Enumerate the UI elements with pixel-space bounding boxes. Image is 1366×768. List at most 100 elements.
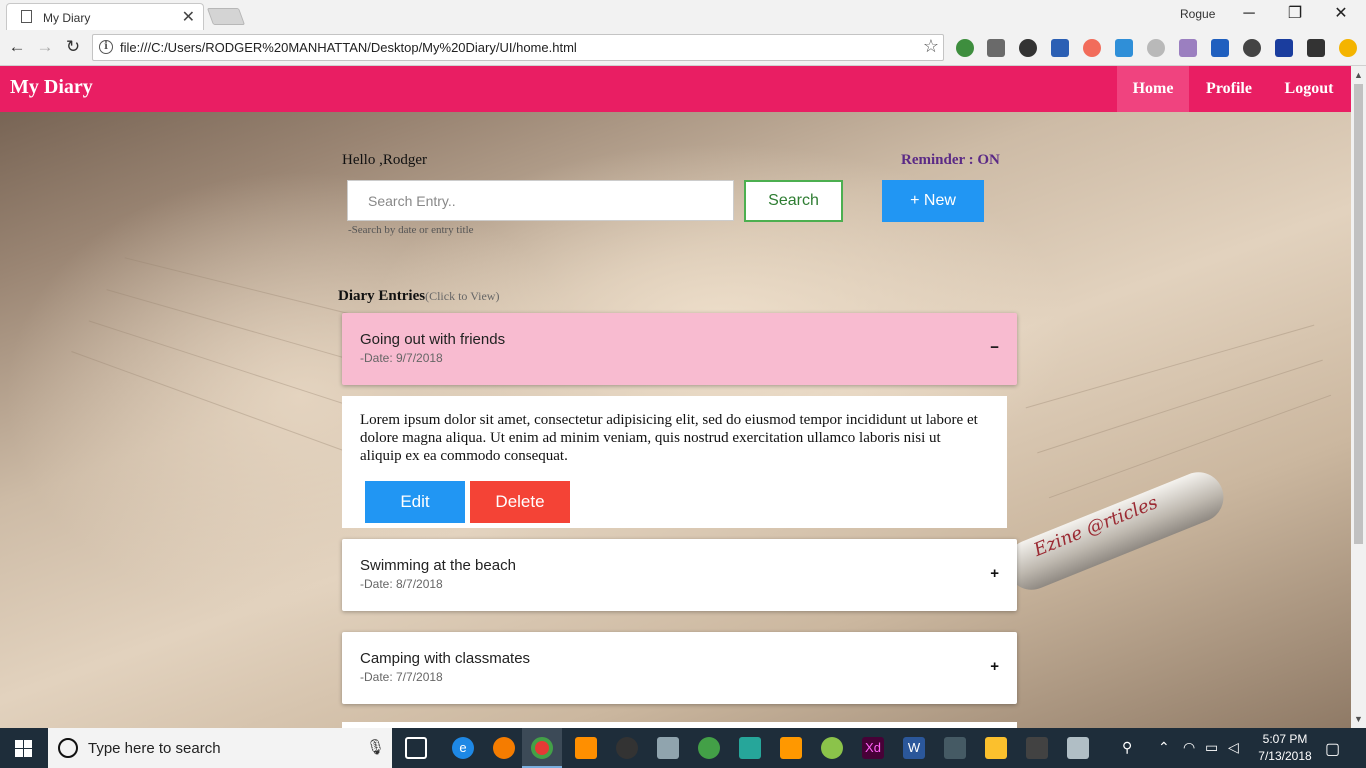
extension-globe-icon[interactable]: [956, 39, 974, 57]
windows-taskbar: Type here to search 🎙 e Xd W ⚲ ⌃ ◠ ▭ ◁ 5…: [0, 728, 1366, 768]
entry-title: Going out with friends: [360, 331, 506, 348]
page-icon: [21, 10, 32, 23]
entry-date: -Date: 9/7/2018: [360, 351, 443, 365]
browser-tab[interactable]: My Diary ✕: [6, 3, 204, 30]
notebook-line: [1037, 359, 1323, 454]
forward-icon[interactable]: →: [34, 36, 56, 58]
update-alert-icon[interactable]: [1339, 39, 1357, 57]
extension-flag-icon[interactable]: [1275, 39, 1293, 57]
vlc-icon[interactable]: [575, 737, 597, 759]
collapse-icon[interactable]: −: [990, 339, 999, 356]
entry-title: Swimming at the beach: [360, 557, 516, 574]
diary-entry-item[interactable]: Camping with classmates -Date: 7/7/2018 …: [342, 632, 1017, 704]
app-navbar: My Diary Home Profile Logout: [0, 66, 1351, 112]
extension-download-icon[interactable]: [1307, 39, 1325, 57]
minimize-button[interactable]: ─: [1226, 2, 1272, 28]
edge-icon[interactable]: e: [452, 737, 474, 759]
scrollbar-thumb[interactable]: [1354, 84, 1363, 544]
show-hidden-icons[interactable]: ⌃: [1158, 739, 1170, 756]
browser-toolbar: ← → ↻ i file:///C:/Users/RODGER%20MANHAT…: [0, 30, 1366, 66]
entries-heading: Diary Entries(Click to View): [338, 288, 499, 305]
url-text[interactable]: file:///C:/Users/RODGER%20MANHATTAN/Desk…: [120, 40, 577, 55]
start-button[interactable]: [0, 728, 48, 768]
extension-car-icon[interactable]: [987, 39, 1005, 57]
search-button[interactable]: Search: [744, 180, 843, 222]
network-globe-icon[interactable]: [698, 737, 720, 759]
page-scrollbar[interactable]: ▲ ▼: [1351, 66, 1366, 728]
taskbar-clock[interactable]: 5:07 PM 7/13/2018: [1255, 731, 1315, 765]
extension-pdf-icon[interactable]: [1179, 39, 1197, 57]
word-icon[interactable]: W: [903, 737, 925, 759]
search-app-icon[interactable]: [493, 737, 515, 759]
tab-title: My Diary: [43, 11, 91, 25]
task-view-icon[interactable]: [405, 737, 427, 759]
taskbar-search-box[interactable]: Type here to search 🎙: [48, 728, 392, 768]
scroll-down-icon[interactable]: ▼: [1354, 714, 1363, 724]
chrome-icon[interactable]: [531, 737, 553, 759]
pen-image: [999, 464, 1231, 598]
nav-logout[interactable]: Logout: [1270, 66, 1348, 112]
wifi-icon[interactable]: ◠: [1183, 739, 1195, 756]
new-tab-button[interactable]: [206, 8, 246, 25]
volume-icon[interactable]: ◁: [1228, 739, 1239, 756]
people-icon[interactable]: ⚲: [1122, 739, 1132, 756]
display-icon[interactable]: [1067, 737, 1089, 759]
android-studio-icon[interactable]: [821, 737, 843, 759]
extension-m-icon[interactable]: [1147, 39, 1165, 57]
clock-time: 5:07 PM: [1262, 732, 1308, 746]
battery-icon[interactable]: ▭: [1205, 739, 1218, 756]
settings-gear-icon[interactable]: [616, 737, 638, 759]
extension-window-icon[interactable]: [1115, 39, 1133, 57]
close-window-button[interactable]: ✕: [1318, 2, 1364, 28]
cortana-icon: [58, 738, 78, 758]
image-viewer-icon[interactable]: [657, 737, 679, 759]
brand-logo[interactable]: My Diary: [10, 76, 93, 99]
git-icon[interactable]: [739, 737, 761, 759]
entries-heading-hint: (Click to View): [425, 289, 500, 303]
file-explorer-icon[interactable]: [985, 737, 1007, 759]
greeting-text: Hello ,Rodger: [342, 152, 427, 168]
scroll-up-icon[interactable]: ▲: [1354, 70, 1363, 80]
extension-block-icon[interactable]: [1083, 39, 1101, 57]
browser-tab-bar: My Diary ✕ Rogue ─ ❐ ✕: [0, 0, 1366, 30]
delete-entry-button[interactable]: Delete: [470, 481, 570, 523]
extension-camera-icon[interactable]: [1243, 39, 1261, 57]
diary-entry-item[interactable]: Going out with friends -Date: 9/7/2018 −: [342, 313, 1017, 385]
microphone-icon[interactable]: 🎙: [366, 738, 385, 756]
search-hint: -Search by date or entry title: [348, 224, 474, 236]
tab-close-icon[interactable]: ✕: [182, 7, 195, 27]
photos-icon[interactable]: [944, 737, 966, 759]
new-entry-button[interactable]: + New: [882, 180, 984, 222]
search-input[interactable]: [347, 180, 734, 221]
reload-icon[interactable]: ↻: [62, 36, 84, 58]
notifications-icon[interactable]: ▢: [1325, 739, 1340, 759]
reminder-status[interactable]: Reminder : ON: [901, 152, 1000, 169]
windows-logo-icon: [15, 740, 32, 757]
page-viewport: Ezine @rticles My Diary Home Profile Log…: [0, 66, 1351, 728]
entry-title: Camping with classmates: [360, 650, 531, 667]
nav-profile[interactable]: Profile: [1192, 66, 1266, 112]
extension-stamp-icon[interactable]: [1211, 39, 1229, 57]
bookmark-star-icon[interactable]: ☆: [923, 36, 939, 57]
nav-home[interactable]: Home: [1117, 66, 1189, 112]
address-bar[interactable]: i file:///C:/Users/RODGER%20MANHATTAN/De…: [92, 34, 944, 61]
entry-date: -Date: 7/7/2018: [360, 670, 443, 684]
sublime-text-icon[interactable]: [780, 737, 802, 759]
browser-profile-name[interactable]: Rogue: [1180, 7, 1215, 21]
expand-icon[interactable]: +: [990, 658, 999, 675]
extension-mail-icon[interactable]: [1051, 39, 1069, 57]
terminal-icon[interactable]: [1026, 737, 1048, 759]
taskbar-search-text: Type here to search: [88, 740, 221, 757]
expand-icon[interactable]: +: [990, 565, 999, 582]
entry-date: -Date: 8/7/2018: [360, 577, 443, 591]
info-icon[interactable]: i: [99, 40, 113, 54]
clock-date: 7/13/2018: [1258, 749, 1312, 763]
entries-heading-text: Diary Entries: [338, 288, 426, 304]
notebook-line: [1025, 324, 1315, 409]
diary-entry-item[interactable]: Swimming at the beach -Date: 8/7/2018 +: [342, 539, 1017, 611]
back-icon[interactable]: ←: [6, 36, 28, 58]
adobe-xd-icon[interactable]: Xd: [862, 737, 884, 759]
edit-entry-button[interactable]: Edit: [365, 481, 465, 523]
extension-gear-icon[interactable]: [1019, 39, 1037, 57]
restore-button[interactable]: ❐: [1272, 2, 1318, 28]
